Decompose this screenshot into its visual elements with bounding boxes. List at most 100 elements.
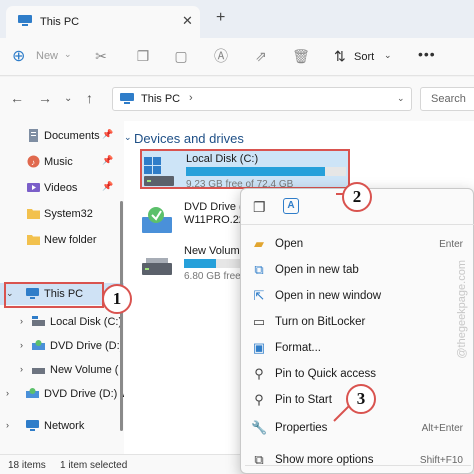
sidebar-item-label: DVD Drive (D:) — [50, 340, 124, 352]
copy-icon[interactable]: ❐ — [134, 47, 152, 65]
step-callout-2: 2 — [342, 182, 372, 212]
address-bar[interactable]: This PC › ⌄ — [112, 87, 412, 111]
new-tab-button[interactable]: + — [216, 9, 225, 27]
this-pc-icon — [120, 93, 134, 104]
drive-name: New Volume — [184, 245, 246, 257]
breadcrumb-this-pc[interactable]: This PC — [141, 93, 180, 105]
sort-button[interactable]: ⇅ Sort ⌄ — [330, 46, 400, 68]
item-count: 18 items — [8, 460, 46, 471]
back-arrow-icon[interactable]: ← — [10, 90, 24, 106]
bitlocker-icon: ▭ — [252, 314, 266, 329]
breadcrumb-separator-icon[interactable]: › — [189, 92, 193, 104]
sidebar-item-label: Network — [44, 420, 85, 432]
sidebar-item-videos[interactable]: Videos 📌 — [0, 177, 124, 199]
sidebar-item-music[interactable]: ♪ Music 📌 — [0, 151, 124, 173]
tab-title: This PC — [40, 16, 80, 28]
folder-icon — [27, 209, 40, 219]
watermark: @thegeekpage.com — [456, 260, 468, 359]
sidebar-item-dvd-drive-d-w[interactable]: › DVD Drive (D:) W — [0, 383, 131, 405]
more-options-button[interactable]: ••• — [418, 46, 436, 62]
menu-item-label: Open in new window — [275, 290, 382, 302]
new-window-icon: ⇱ — [253, 288, 265, 303]
drive-usage-bar — [186, 167, 346, 176]
highlight-box-this-pc — [4, 282, 104, 308]
sidebar-item-system32[interactable]: System32 — [0, 203, 124, 225]
forward-arrow-icon[interactable]: → — [38, 90, 52, 106]
menu-item-label: Pin to Quick access — [275, 368, 376, 380]
tab-this-pc[interactable]: This PC ✕ — [6, 6, 200, 38]
cut-icon[interactable]: ✂ — [92, 47, 110, 65]
documents-icon — [29, 129, 38, 142]
videos-icon — [27, 183, 40, 192]
drive-name: Local Disk (C:) — [186, 153, 259, 165]
menu-item-open[interactable]: ▰ Open Enter — [245, 231, 471, 257]
navigation-bar: ← → ⌄ ↑ This PC › ⌄ Search — [0, 77, 474, 121]
sidebar-scrollbar[interactable] — [120, 201, 123, 431]
sidebar-item-label: System32 — [44, 208, 93, 220]
command-bar: ⊕ New ⌄ ✂ ❐ ▢ Ⓐ ⇗ 🗑 ⇅ Sort ⌄ ••• — [0, 38, 474, 76]
this-pc-icon — [18, 15, 32, 26]
menu-item-open-in-new-tab[interactable]: ⧉ Open in new tab — [245, 257, 471, 283]
menu-item-open-in-new-window[interactable]: ⇱ Open in new window — [245, 283, 471, 309]
menu-item-shortcut: Shift+F10 — [419, 455, 463, 466]
recent-locations-icon[interactable]: ⌄ — [64, 93, 72, 104]
chevron-right-icon[interactable]: › — [6, 388, 9, 398]
dvd-icon — [26, 388, 39, 398]
chevron-right-icon[interactable]: › — [20, 364, 23, 374]
menu-item-label: Pin to Start — [275, 394, 332, 406]
sort-icon: ⇅ — [334, 48, 346, 64]
menu-item-label: Format... — [275, 342, 322, 354]
menu-item-pin-to-quick-access[interactable]: ⚲ Pin to Quick access — [245, 361, 471, 387]
chevron-right-icon[interactable]: › — [6, 420, 9, 430]
pin-icon: 📌 — [102, 181, 114, 191]
sidebar-item-new-folder[interactable]: New folder — [0, 229, 124, 251]
pin-icon: 📌 — [102, 129, 114, 139]
close-tab-icon[interactable]: ✕ — [182, 13, 193, 29]
sidebar-item-dvd-drive-d[interactable]: › DVD Drive (D:) — [0, 335, 124, 357]
rename-icon[interactable]: Ⓐ — [212, 47, 230, 65]
svg-text:♪: ♪ — [31, 158, 35, 167]
menu-item-label: Turn on BitLocker — [275, 316, 366, 328]
menu-item-properties[interactable]: 🔧 Properties Alt+Enter — [245, 415, 471, 441]
chevron-down-icon[interactable]: ⌄ — [397, 93, 405, 104]
menu-item-turn-on-bitlocker[interactable]: ▭ Turn on BitLocker — [245, 309, 471, 335]
dvd-drive-icon — [142, 207, 172, 233]
sidebar-item-label: New folder — [44, 234, 97, 246]
sidebar-item-local-disk-c[interactable]: › Local Disk (C:) — [0, 311, 124, 333]
menu-item-show-more-options[interactable]: ⧉ Show more options Shift+F10 — [245, 447, 471, 473]
drive-free-space: 6.80 GB free — [184, 271, 241, 282]
up-arrow-icon[interactable]: ↑ — [86, 90, 93, 106]
format-icon: ▣ — [252, 340, 266, 355]
share-icon[interactable]: ⇗ — [252, 47, 270, 65]
sidebar-item-label: Local Disk (C:) — [50, 316, 123, 328]
step-callout-3: 3 — [346, 384, 376, 414]
menu-item-format[interactable]: ▣ Format... — [245, 335, 471, 361]
sidebar-item-new-volume[interactable]: › New Volume ( — [0, 359, 124, 381]
properties-icon: 🔧 — [251, 420, 268, 435]
chevron-right-icon[interactable]: › — [20, 316, 23, 326]
menu-item-shortcut: Alt+Enter — [421, 423, 463, 434]
drive-usage-fill — [186, 167, 326, 176]
delete-icon[interactable]: 🗑 — [292, 47, 310, 65]
hdd-icon — [32, 316, 45, 326]
drive-local-disk-c[interactable]: Local Disk (C:) 9.23 GB free of 72.4 GB — [140, 149, 350, 190]
search-input[interactable]: Search — [420, 87, 474, 111]
paste-icon[interactable]: ▢ — [172, 47, 190, 65]
menu-item-label: Open in new tab — [275, 264, 359, 276]
more-options-icon: ⧉ — [254, 452, 264, 467]
sidebar-item-label: DVD Drive (D:) W — [44, 388, 131, 400]
copy-icon[interactable]: ❐ — [253, 199, 266, 216]
sidebar-item-label: Music — [44, 156, 73, 168]
menu-item-shortcut: Enter — [439, 239, 463, 250]
chevron-down-icon[interactable]: ⌄ — [124, 132, 132, 143]
section-title[interactable]: Devices and drives — [134, 131, 244, 146]
folder-icon — [27, 235, 40, 245]
music-icon: ♪ — [27, 155, 40, 168]
chevron-down-icon: ⌄ — [64, 49, 72, 59]
menu-item-label: Open — [275, 238, 304, 250]
rename-icon[interactable]: A — [283, 198, 299, 214]
new-button[interactable]: ⊕ New ⌄ — [8, 46, 72, 68]
sidebar-item-documents[interactable]: Documents 📌 — [0, 125, 124, 147]
sidebar-item-network[interactable]: › Network — [0, 415, 124, 437]
chevron-right-icon[interactable]: › — [20, 340, 23, 350]
